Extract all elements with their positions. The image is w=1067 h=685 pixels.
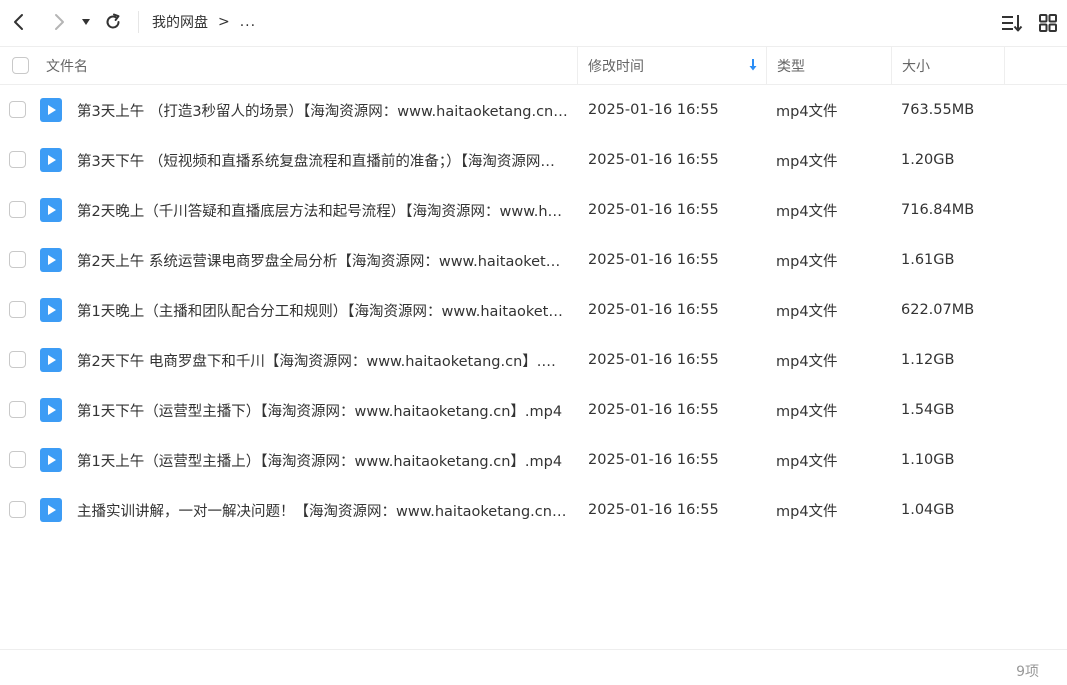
select-all-checkbox[interactable] [12,57,29,74]
refresh-button[interactable] [101,10,125,34]
column-header-name-label: 文件名 [46,58,88,75]
file-size: 1.20GB [901,152,955,168]
file-modified: 2025-01-16 16:55 [588,502,719,518]
file-modified: 2025-01-16 16:55 [588,452,719,468]
table-row[interactable]: 第1天下午（运营型主播下）【海淘资源网：www.haitaoketang.cn】… [0,385,1067,435]
file-name: 第3天下午 （短视频和直播系统复盘流程和直播前的准备；）【海淘资源网：www.h… [77,153,569,170]
back-button[interactable] [7,10,31,34]
table-row[interactable]: 第2天下午 电商罗盘下和千川【海淘资源网：www.haitaoketang.cn… [0,335,1067,385]
toolbar-divider [138,11,139,33]
row-checkbox[interactable] [9,151,26,168]
file-name: 第1天下午（运营型主播下）【海淘资源网：www.haitaoketang.cn】… [77,403,563,420]
breadcrumb: 我的网盘 > ... [152,12,256,32]
file-name: 第1天晚上（主播和团队配合分工和规则）【海淘资源网：www.haitaoketa… [77,303,569,320]
column-header-modified[interactable]: 修改时间 [577,47,766,84]
file-size: 1.10GB [901,452,955,468]
file-modified: 2025-01-16 16:55 [588,302,719,318]
file-modified: 2025-01-16 16:55 [588,102,719,118]
video-file-icon [40,398,62,422]
file-list-header: 文件名 修改时间 类型 大小 [0,46,1067,85]
row-checkbox[interactable] [9,201,26,218]
video-file-icon [40,298,62,322]
table-row[interactable]: 主播实训讲解，一对一解决问题！【海淘资源网：www.haitaoketang.c… [0,485,1067,535]
file-name: 主播实训讲解，一对一解决问题！【海淘资源网：www.haitaoketang.c… [77,503,569,520]
file-type: mp4文件 [776,103,838,120]
file-type: mp4文件 [776,303,838,320]
column-header-name[interactable]: 文件名 [46,47,88,84]
column-header-spacer [1004,47,1067,84]
video-file-icon [40,148,62,172]
file-name: 第2天下午 电商罗盘下和千川【海淘资源网：www.haitaoketang.cn… [77,353,569,370]
table-row[interactable]: 第2天上午 系统运营课电商罗盘全局分析【海淘资源网：www.haitaoketa… [0,235,1067,285]
file-size: 1.54GB [901,402,955,418]
breadcrumb-separator: > [218,14,230,30]
file-modified: 2025-01-16 16:55 [588,152,719,168]
file-name: 第2天上午 系统运营课电商罗盘全局分析【海淘资源网：www.haitaoketa… [77,253,569,270]
video-file-icon [40,348,62,372]
file-modified: 2025-01-16 16:55 [588,402,719,418]
column-header-type-label: 类型 [777,58,805,75]
file-modified: 2025-01-16 16:55 [588,252,719,268]
table-row[interactable]: 第3天下午 （短视频和直播系统复盘流程和直播前的准备；）【海淘资源网：www.h… [0,135,1067,185]
view-mode-button[interactable] [1037,12,1059,34]
sort-button[interactable] [1001,12,1023,34]
file-type: mp4文件 [776,153,838,170]
file-size: 716.84MB [901,202,975,218]
row-checkbox[interactable] [9,501,26,518]
toolbar: 我的网盘 > ... [0,0,1067,46]
row-checkbox[interactable] [9,301,26,318]
row-checkbox[interactable] [9,451,26,468]
file-name: 第1天上午（运营型主播上）【海淘资源网：www.haitaoketang.cn】… [77,453,563,470]
column-header-size-label: 大小 [902,58,930,75]
chevron-right-icon [55,14,64,30]
table-row[interactable]: 第3天上午 （打造3秒留人的场景）【海淘资源网：www.haitaoketang… [0,85,1067,135]
view-tools [1001,12,1059,34]
file-modified: 2025-01-16 16:55 [588,202,719,218]
select-all-cell [12,47,29,84]
column-header-size[interactable]: 大小 [891,47,1004,84]
history-dropdown-button[interactable] [76,10,96,34]
column-header-type[interactable]: 类型 [766,47,891,84]
status-bar: 9项 [0,649,1067,685]
video-file-icon [40,248,62,272]
forward-button[interactable] [47,10,71,34]
breadcrumb-root[interactable]: 我的网盘 [152,12,208,32]
file-type: mp4文件 [776,203,838,220]
refresh-icon [106,13,120,29]
chevron-left-icon [14,14,23,30]
file-name: 第2天晚上（千川答疑和直播底层方法和起号流程）【海淘资源网：www.haitao… [77,203,569,220]
file-size: 1.61GB [901,252,955,268]
file-type: mp4文件 [776,453,838,470]
file-type: mp4文件 [776,403,838,420]
video-file-icon [40,198,62,222]
file-size: 763.55MB [901,102,975,118]
file-modified: 2025-01-16 16:55 [588,352,719,368]
sort-descending-icon [749,59,757,71]
video-file-icon [40,448,62,472]
table-row[interactable]: 第2天晚上（千川答疑和直播底层方法和起号流程）【海淘资源网：www.haitao… [0,185,1067,235]
caret-down-icon [82,19,90,25]
grid-view-icon [1039,14,1057,32]
row-checkbox[interactable] [9,401,26,418]
file-size: 622.07MB [901,302,975,318]
video-file-icon [40,498,62,522]
sort-list-icon [1002,15,1023,32]
file-type: mp4文件 [776,503,838,520]
table-row[interactable]: 第1天上午（运营型主播上）【海淘资源网：www.haitaoketang.cn】… [0,435,1067,485]
item-count: 9项 [1016,664,1039,680]
file-type: mp4文件 [776,353,838,370]
column-header-modified-label: 修改时间 [588,58,644,75]
file-size: 1.12GB [901,352,955,368]
row-checkbox[interactable] [9,251,26,268]
file-size: 1.04GB [901,502,955,518]
table-row[interactable]: 第1天晚上（主播和团队配合分工和规则）【海淘资源网：www.haitaoketa… [0,285,1067,335]
file-type: mp4文件 [776,253,838,270]
file-name: 第3天上午 （打造3秒留人的场景）【海淘资源网：www.haitaoketang… [77,103,569,120]
video-file-icon [40,98,62,122]
breadcrumb-more[interactable]: ... [240,14,256,30]
row-checkbox[interactable] [9,351,26,368]
row-checkbox[interactable] [9,101,26,118]
